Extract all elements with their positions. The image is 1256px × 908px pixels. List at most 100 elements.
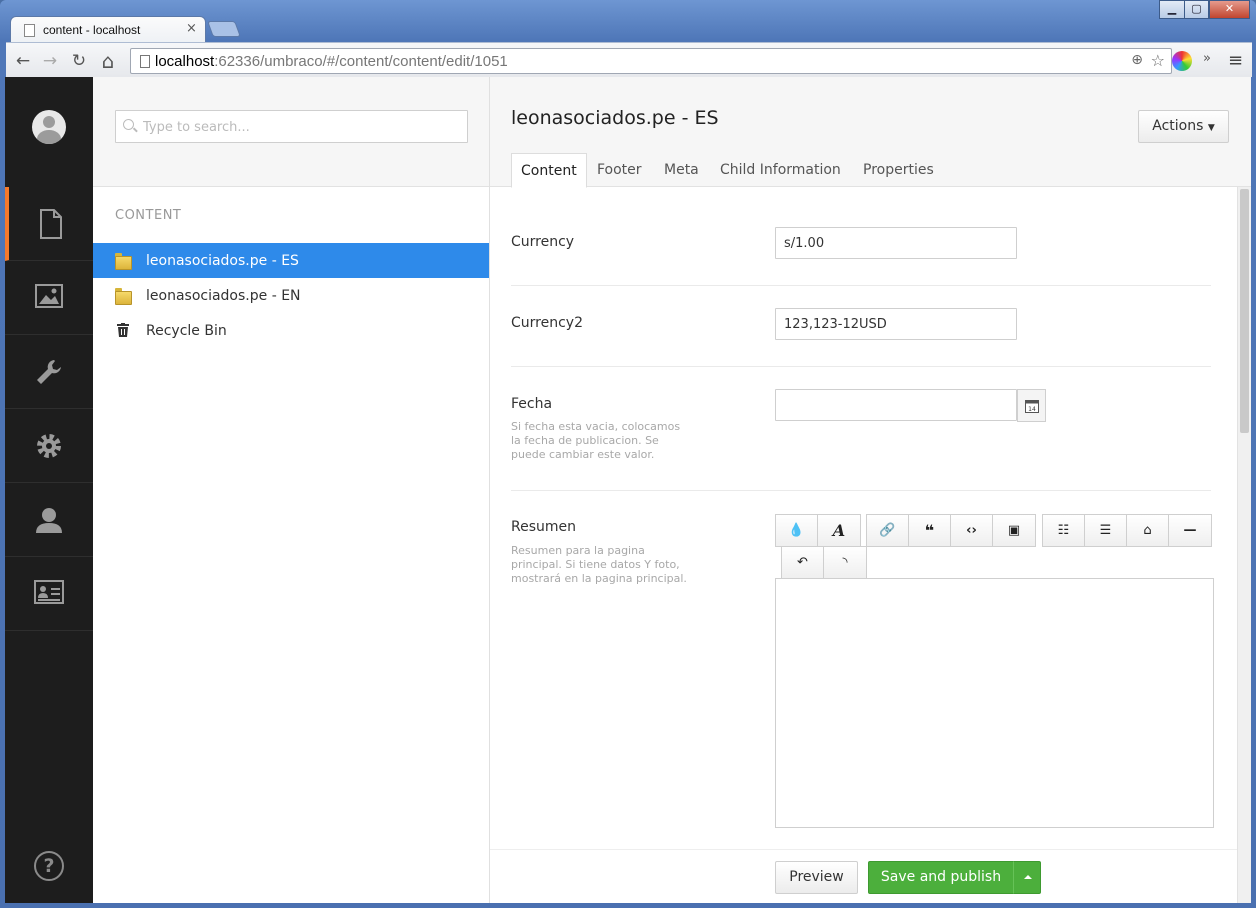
currency2-input[interactable] xyxy=(775,308,1017,340)
actions-button[interactable]: Actions ▼ xyxy=(1138,110,1229,143)
link-icon[interactable]: 🔗 xyxy=(867,515,909,546)
rss-icon[interactable]: ◝ xyxy=(824,547,866,578)
section-members[interactable] xyxy=(5,557,93,631)
section-settings[interactable] xyxy=(5,409,93,483)
node-name[interactable]: leonasociados.pe - ES xyxy=(511,107,719,129)
editor-scrollbar[interactable] xyxy=(1237,187,1251,903)
tree-node-label: leonasociados.pe - EN xyxy=(146,288,301,304)
section-users[interactable] xyxy=(5,483,93,557)
folder-icon xyxy=(115,253,132,270)
scrollbar-thumb[interactable] xyxy=(1240,189,1249,433)
browser-tab[interactable]: content - localhost × xyxy=(10,16,206,43)
editor-footer: Preview Save and publish xyxy=(490,849,1237,903)
ordered-list-icon[interactable]: ☷ xyxy=(1043,515,1085,546)
section-sidebar: ? xyxy=(5,77,93,903)
gear-icon xyxy=(37,434,61,458)
tab-strip: content - localhost × ▁ ▢ ✕ xyxy=(0,0,1256,43)
section-content[interactable] xyxy=(5,187,93,261)
content-tree-panel: CONTENT leonasociados.pe - ES leonasocia… xyxy=(93,77,490,903)
save-options-caret-icon[interactable] xyxy=(1013,861,1041,894)
tab-properties[interactable]: Properties xyxy=(863,153,934,188)
code-icon[interactable]: ‹› xyxy=(951,515,993,546)
zoom-icon[interactable]: ⊕ xyxy=(1131,52,1143,68)
search-icon xyxy=(123,119,134,130)
new-tab-button[interactable] xyxy=(207,21,241,37)
tab-content[interactable]: Content xyxy=(511,153,587,188)
section-developer[interactable] xyxy=(5,335,93,409)
tab-child-information[interactable]: Child Information xyxy=(720,153,841,188)
forward-button[interactable]: → xyxy=(39,50,61,72)
font-style-icon[interactable]: A xyxy=(818,515,860,546)
bookmark-star-icon[interactable]: ☆ xyxy=(1151,51,1165,70)
tab-footer[interactable]: Footer xyxy=(597,153,642,188)
caret-down-icon: ▼ xyxy=(1207,123,1215,133)
calendar-day: 14 xyxy=(1028,406,1036,413)
url-host: localhost xyxy=(155,53,215,70)
more-extensions-icon[interactable]: » xyxy=(1203,51,1223,71)
tree-node-recycle-bin[interactable]: Recycle Bin xyxy=(93,313,489,348)
quote-icon[interactable]: ❝ xyxy=(909,515,951,546)
save-and-publish-button[interactable]: Save and publish xyxy=(868,861,1014,894)
content-editor: leonasociados.pe - ES Actions ▼ Content … xyxy=(490,77,1251,903)
content-icon xyxy=(40,209,62,239)
unordered-list-icon[interactable]: ☰ xyxy=(1085,515,1127,546)
property-description: Si fecha esta vacia, colocamos la fecha … xyxy=(511,420,681,461)
property-label: Currency xyxy=(511,234,575,250)
tree-section-label: CONTENT xyxy=(115,208,182,223)
url-text[interactable]: localhost:62336/umbraco/#/content/conten… xyxy=(155,53,508,70)
actions-label: Actions xyxy=(1152,118,1204,134)
ink-drop-icon[interactable]: 💧 xyxy=(776,515,818,546)
clear-format-icon[interactable]: ⌂ xyxy=(1127,515,1169,546)
home-button[interactable]: ⌂ xyxy=(97,50,119,72)
maximize-button[interactable]: ▢ xyxy=(1184,0,1209,19)
tree-node-label: Recycle Bin xyxy=(146,323,227,339)
color-extension-icon[interactable] xyxy=(1172,51,1192,71)
property-currency: Currency xyxy=(511,187,1211,286)
browser-menu-icon[interactable]: ≡ xyxy=(1228,51,1248,71)
property-label: Currency2 xyxy=(511,315,583,331)
rte-group-format: 💧 A xyxy=(775,514,861,547)
media-icon xyxy=(35,284,63,308)
browser-tab-title: content - localhost xyxy=(43,23,141,37)
wrench-icon xyxy=(37,360,61,384)
rte-group-insert: 🔗 ❝ ‹› ▣ xyxy=(866,514,1036,547)
browser-window: content - localhost × ▁ ▢ ✕ ← → ↻ ⌂ loca… xyxy=(0,0,1256,908)
id-card-icon xyxy=(34,580,64,604)
user-avatar[interactable] xyxy=(32,110,66,144)
currency-input[interactable] xyxy=(775,227,1017,259)
page-favicon-icon xyxy=(24,24,35,37)
tree-node-es[interactable]: leonasociados.pe - ES xyxy=(93,243,489,278)
undo-icon[interactable]: ↶ xyxy=(782,547,824,578)
rte-group-history: ↶ ◝ xyxy=(781,546,867,579)
search-input[interactable] xyxy=(143,117,463,137)
property-description: Resumen para la pagina principal. Si tie… xyxy=(511,544,687,585)
minimize-button[interactable]: ▁ xyxy=(1159,0,1185,19)
reload-button[interactable]: ↻ xyxy=(68,50,90,72)
tree-node-label: leonasociados.pe - ES xyxy=(146,253,299,269)
property-currency2: Currency2 xyxy=(511,286,1211,367)
umbraco-app: ? CONTENT leonasociados.pe - ES leonasoc… xyxy=(5,77,1251,903)
rte-group-lists: ☷ ☰ ⌂ — xyxy=(1042,514,1212,547)
fecha-date-input[interactable] xyxy=(775,389,1017,421)
image-icon[interactable]: ▣ xyxy=(993,515,1035,546)
tab-close-icon[interactable]: × xyxy=(186,21,197,36)
tree-node-en[interactable]: leonasociados.pe - EN xyxy=(93,278,489,313)
back-button[interactable]: ← xyxy=(12,50,34,72)
browser-toolbar: ← → ↻ ⌂ localhost:62336/umbraco/#/conten… xyxy=(6,42,1252,77)
property-fecha: Fecha Si fecha esta vacia, colocamos la … xyxy=(511,367,1211,491)
rte-text-area[interactable] xyxy=(775,578,1214,828)
property-label: Resumen xyxy=(511,519,577,535)
horizontal-rule-icon[interactable]: — xyxy=(1169,515,1211,546)
tree-search[interactable] xyxy=(115,110,468,143)
date-picker-button[interactable]: 14 xyxy=(1017,389,1046,422)
address-bar[interactable]: localhost:62336/umbraco/#/content/conten… xyxy=(130,48,1172,74)
help-icon[interactable]: ? xyxy=(34,851,64,881)
property-resumen: Resumen Resumen para la pagina principal… xyxy=(511,491,1214,849)
preview-button[interactable]: Preview xyxy=(775,861,858,894)
window-close-button[interactable]: ✕ xyxy=(1209,0,1250,19)
tree-header xyxy=(93,77,489,187)
section-media[interactable] xyxy=(5,261,93,335)
folder-icon xyxy=(115,288,132,305)
tab-meta[interactable]: Meta xyxy=(664,153,699,188)
property-label: Fecha xyxy=(511,396,553,412)
